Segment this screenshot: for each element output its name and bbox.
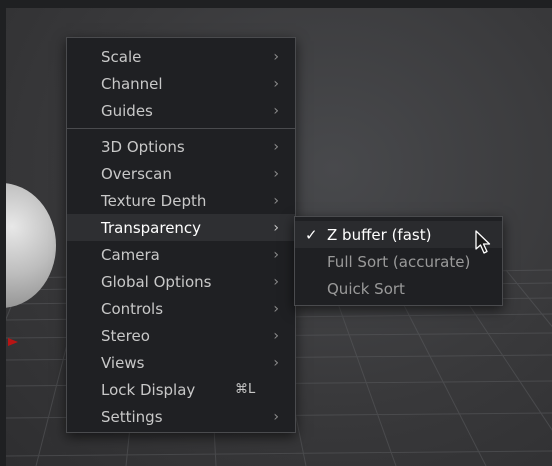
menu-item-channel[interactable]: Channel › (67, 70, 295, 97)
chevron-right-icon: › (273, 327, 279, 344)
keyboard-shortcut: ⌘L (235, 382, 256, 397)
menu-item-label: Stereo (101, 326, 150, 345)
chevron-right-icon: › (273, 192, 279, 209)
submenu-item-full-sort[interactable]: Full Sort (accurate) (295, 248, 502, 275)
menu-item-camera[interactable]: Camera › (67, 241, 295, 268)
chevron-right-icon: › (273, 165, 279, 182)
submenu-item-label: Quick Sort (327, 279, 405, 298)
submenu-item-quick-sort[interactable]: Quick Sort (295, 275, 502, 302)
submenu-item-z-buffer[interactable]: ✓ Z buffer (fast) (295, 221, 502, 248)
mouse-pointer-icon (475, 230, 491, 254)
context-menu: Scale › Channel › Guides › 3D Options › … (66, 37, 296, 433)
menu-item-label: Texture Depth (101, 191, 207, 210)
chevron-right-icon: › (273, 138, 279, 155)
chevron-right-icon: › (273, 354, 279, 371)
menu-item-texture-depth[interactable]: Texture Depth › (67, 187, 295, 214)
menu-item-stereo[interactable]: Stereo › (67, 322, 295, 349)
menu-item-label: Settings (101, 407, 163, 426)
menu-item-overscan[interactable]: Overscan › (67, 160, 295, 187)
chevron-right-icon: › (273, 273, 279, 290)
transparency-submenu: ✓ Z buffer (fast) Full Sort (accurate) Q… (294, 216, 503, 306)
menu-item-label: Scale (101, 47, 142, 66)
menu-item-views[interactable]: Views › (67, 349, 295, 376)
menu-item-transparency[interactable]: Transparency › (67, 214, 295, 241)
menu-item-scale[interactable]: Scale › (67, 43, 295, 70)
chevron-right-icon: › (273, 408, 279, 425)
chevron-right-icon: › (273, 219, 279, 236)
chevron-right-icon: › (273, 75, 279, 92)
menu-item-label: Global Options (101, 272, 212, 291)
chevron-right-icon: › (273, 246, 279, 263)
menu-item-guides[interactable]: Guides › (67, 97, 295, 124)
menu-item-label: 3D Options (101, 137, 185, 156)
red-axis-marker (8, 338, 18, 346)
checkmark-icon: ✓ (305, 225, 318, 244)
menu-item-global-options[interactable]: Global Options › (67, 268, 295, 295)
menu-item-label: Guides (101, 101, 153, 120)
chevron-right-icon: › (273, 300, 279, 317)
menu-item-3d-options[interactable]: 3D Options › (67, 133, 295, 160)
menu-item-label: Lock Display (101, 380, 196, 399)
chevron-right-icon: › (273, 48, 279, 65)
viewer-frame-top (0, 0, 552, 8)
menu-item-controls[interactable]: Controls › (67, 295, 295, 322)
menu-item-settings[interactable]: Settings › (67, 403, 295, 430)
menu-item-label: Camera (101, 245, 160, 264)
menu-item-label: Views (101, 353, 145, 372)
menu-item-label: Overscan (101, 164, 172, 183)
submenu-item-label: Full Sort (accurate) (327, 252, 471, 271)
chevron-right-icon: › (273, 102, 279, 119)
menu-item-label: Channel (101, 74, 163, 93)
menu-separator (67, 128, 295, 129)
menu-item-label: Transparency (101, 218, 202, 237)
menu-item-label: Controls (101, 299, 164, 318)
menu-item-lock-display[interactable]: Lock Display ⌘L (67, 376, 295, 403)
submenu-item-label: Z buffer (fast) (327, 225, 432, 244)
